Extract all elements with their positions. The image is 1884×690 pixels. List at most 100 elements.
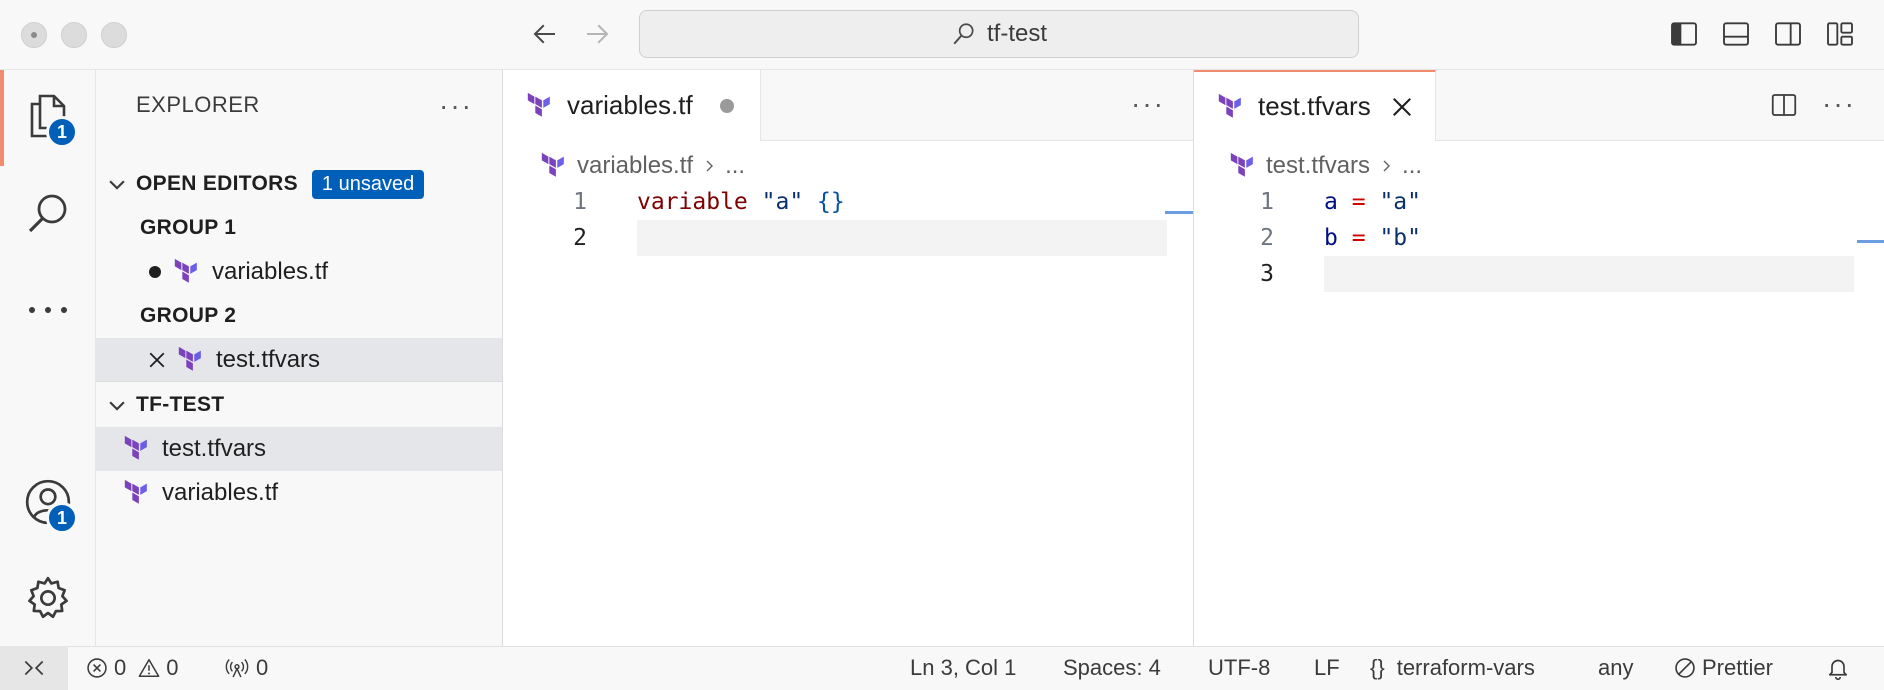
file-name: test.tfvars — [162, 435, 267, 462]
terraform-file-icon — [525, 91, 555, 121]
operator-token: = — [1351, 189, 1366, 215]
error-count: 0 — [114, 655, 127, 680]
active-view-indicator — [0, 70, 4, 166]
string-token: "a" — [1379, 189, 1421, 215]
toggle-secondary-sidebar-icon[interactable] — [1772, 18, 1804, 50]
open-editors-header[interactable]: OPEN EDITORS 1 unsaved — [96, 162, 502, 206]
overview-ruler-marker — [1857, 240, 1884, 243]
open-editors-label: OPEN EDITORS — [136, 172, 298, 195]
language-label: terraform-vars — [1396, 655, 1535, 680]
broadcast-icon — [225, 659, 249, 678]
manage-gear-icon[interactable] — [20, 570, 76, 626]
accounts-badge: 1 — [46, 502, 78, 534]
unsaved-count-badge: 1 unsaved — [311, 169, 425, 199]
editor-group-2: test.tfvars ··· test.tfvars ... 1 2 3 a … — [1193, 70, 1884, 646]
line-number: 2 — [1260, 225, 1274, 251]
braces-icon: {} — [1370, 655, 1385, 680]
breadcrumb-file[interactable]: test.tfvars — [1266, 152, 1370, 180]
notifications-bell-icon[interactable] — [1826, 646, 1850, 690]
open-editor-filename: variables.tf — [212, 258, 329, 285]
identifier-token: b — [1324, 225, 1338, 251]
editor-more-actions-icon[interactable]: ··· — [1131, 88, 1165, 120]
close-editor-icon[interactable] — [148, 351, 166, 369]
toggle-panel-icon[interactable] — [1720, 18, 1752, 50]
tab-bar: test.tfvars ··· — [1194, 70, 1884, 141]
customize-layout-icon[interactable] — [1824, 18, 1856, 50]
unsaved-dot-icon[interactable] — [719, 98, 735, 114]
close-window-button[interactable] — [21, 22, 47, 48]
more-views-icon[interactable] — [20, 282, 76, 338]
zoom-window-button[interactable] — [101, 22, 127, 48]
open-editor-item-variables[interactable]: variables.tf — [96, 250, 502, 294]
group-2-label: GROUP 2 — [140, 304, 237, 327]
problems-indicator[interactable]: 0 0 — [86, 646, 179, 690]
line-number: 3 — [1260, 261, 1274, 287]
split-editor-icon[interactable] — [1769, 90, 1799, 125]
ports-count: 0 — [256, 655, 269, 680]
remote-indicator-icon[interactable] — [0, 646, 68, 690]
title-bar: tf-test — [0, 0, 1884, 70]
back-arrow-icon[interactable] — [525, 14, 565, 54]
brace-token: {} — [817, 189, 845, 215]
tab-bar: variables.tf ··· — [503, 70, 1193, 141]
operator-token: = — [1351, 225, 1366, 251]
indentation-setting[interactable]: Spaces: 4 — [1063, 646, 1161, 690]
chevron-down-icon — [106, 173, 128, 195]
window-title: tf-test — [986, 20, 1047, 47]
line-number: 2 — [573, 225, 587, 251]
section-divider — [96, 381, 502, 382]
terraform-file-icon — [1216, 92, 1246, 122]
string-token: "a" — [761, 189, 804, 215]
minimize-window-button[interactable] — [61, 22, 87, 48]
file-name: variables.tf — [162, 479, 279, 506]
terraform-file-icon — [122, 478, 152, 508]
tab-label: variables.tf — [567, 90, 693, 120]
editor-group-1-label: GROUP 1 — [96, 206, 502, 250]
group-1-label: GROUP 1 — [140, 216, 237, 239]
error-icon — [87, 658, 107, 678]
forward-arrow-icon[interactable] — [577, 14, 617, 54]
tab-test-tfvars[interactable]: test.tfvars — [1194, 70, 1436, 141]
prettier-formatter[interactable]: Prettier — [1674, 646, 1773, 690]
breadcrumb-file[interactable]: variables.tf — [577, 152, 693, 180]
open-editor-filename: test.tfvars — [216, 346, 321, 373]
tab-label: test.tfvars — [1258, 91, 1371, 121]
toggle-primary-sidebar-icon[interactable] — [1668, 18, 1700, 50]
end-of-line[interactable]: LF — [1314, 646, 1340, 690]
close-tab-icon[interactable] — [1391, 96, 1413, 118]
explorer-icon[interactable]: 1 — [20, 88, 78, 148]
breadcrumb-more[interactable]: ... — [725, 152, 745, 180]
breadcrumb-more[interactable]: ... — [1402, 152, 1422, 180]
identifier-token: a — [1324, 189, 1338, 215]
search-icon — [953, 23, 974, 45]
file-item-test-tfvars[interactable]: test.tfvars — [96, 427, 502, 471]
open-editor-item-tfvars[interactable]: test.tfvars — [96, 338, 502, 382]
breadcrumb: variables.tf ... — [539, 146, 745, 186]
line-number: 1 — [1260, 189, 1274, 215]
chevron-down-icon — [106, 394, 128, 416]
current-line-highlight — [1324, 256, 1854, 292]
file-item-variables-tf[interactable]: variables.tf — [96, 471, 502, 515]
tab-variables-tf[interactable]: variables.tf — [503, 70, 761, 141]
command-center-search[interactable]: tf-test — [639, 10, 1359, 58]
activity-bar — [0, 70, 96, 646]
accounts-icon[interactable]: 1 — [20, 474, 78, 534]
warning-count: 0 — [166, 655, 179, 680]
warning-icon — [138, 658, 160, 678]
explorer-more-actions-icon[interactable]: ··· — [439, 90, 473, 122]
chevron-right-icon — [1378, 158, 1394, 174]
terraform-file-icon — [1228, 151, 1258, 181]
ports-indicator[interactable]: 0 — [224, 646, 268, 690]
folder-header-tf-test[interactable]: TF-TEST — [96, 383, 502, 427]
chevron-right-icon — [701, 158, 717, 174]
file-encoding[interactable]: UTF-8 — [1208, 646, 1270, 690]
search-view-icon[interactable] — [20, 185, 76, 241]
language-mode[interactable]: {} terraform-vars — [1370, 646, 1535, 690]
formatter-label: Prettier — [1702, 655, 1773, 680]
editor-group-1: variables.tf ··· variables.tf ... 1 2 va… — [503, 70, 1193, 646]
editor-more-actions-icon[interactable]: ··· — [1822, 88, 1856, 120]
cursor-position[interactable]: Ln 3, Col 1 — [910, 646, 1016, 690]
any-indicator[interactable]: any — [1598, 646, 1633, 690]
editor-group-2-label: GROUP 2 — [96, 294, 502, 338]
unsaved-dot-icon[interactable] — [148, 265, 162, 279]
